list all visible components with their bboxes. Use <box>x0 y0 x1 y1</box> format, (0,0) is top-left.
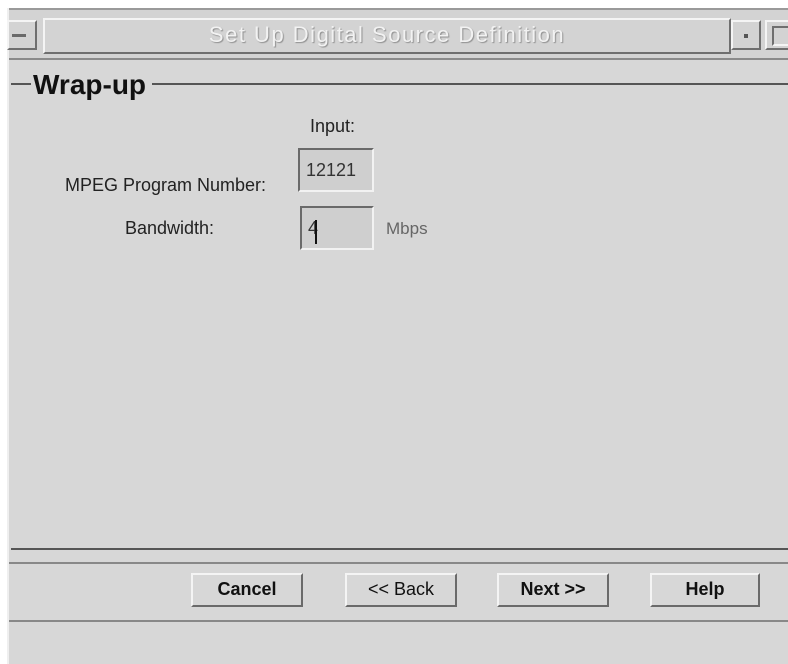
bandwidth-label: Bandwidth: <box>125 218 215 238</box>
wrap-up-group <box>11 83 788 550</box>
title-bar: Set Up Digital Source Definition <box>7 8 788 60</box>
input-header: Input: <box>310 116 356 136</box>
minimize-dot <box>744 34 748 38</box>
window-title: Set Up Digital Source Definition <box>43 18 731 54</box>
text-cursor <box>315 220 317 244</box>
help-button[interactable]: Help <box>650 573 760 607</box>
dialog-window: Set Up Digital Source Definition Wrap-up… <box>7 8 788 664</box>
program-number-input[interactable] <box>298 148 374 192</box>
back-button[interactable]: << Back <box>345 573 457 607</box>
divider-top <box>9 562 788 564</box>
program-number-label: MPEG Program Number: <box>65 175 267 195</box>
bandwidth-input[interactable] <box>300 206 374 250</box>
divider-bottom <box>9 620 788 622</box>
maximize-box <box>772 26 788 46</box>
cancel-button[interactable]: Cancel <box>191 573 303 607</box>
window-menu-icon[interactable] <box>7 20 37 50</box>
window-menu-bar <box>12 34 26 37</box>
bandwidth-unit: Mbps <box>386 219 428 238</box>
minimize-icon[interactable] <box>731 20 761 50</box>
next-button[interactable]: Next >> <box>497 573 609 607</box>
maximize-icon[interactable] <box>765 20 788 50</box>
section-title: Wrap-up <box>31 68 153 102</box>
